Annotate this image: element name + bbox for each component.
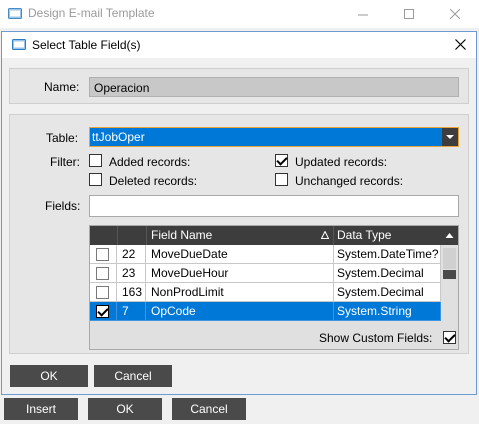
cancel-button[interactable]: Cancel xyxy=(94,365,172,387)
name-panel: Name: Operacion xyxy=(9,68,469,104)
grid-header-num xyxy=(117,226,147,245)
select-table-fields-dialog: Select Table Field(s) Name: Operacion Ta… xyxy=(1,31,477,395)
updated-records-checkbox[interactable] xyxy=(275,154,288,167)
dialog-title: Select Table Field(s) xyxy=(32,38,141,52)
table-dropdown-button[interactable] xyxy=(442,128,458,146)
fields-label: Fields: xyxy=(45,199,81,213)
dialog-close-button[interactable] xyxy=(448,34,472,56)
row-field-name: MoveDueHour xyxy=(146,264,334,283)
row-check-cell xyxy=(90,302,117,321)
deleted-records-label: Deleted records: xyxy=(109,174,198,188)
grid-header-check xyxy=(90,226,118,245)
fields-search-input[interactable] xyxy=(89,195,459,217)
outer-cancel-button[interactable]: Cancel xyxy=(172,398,246,420)
name-label: Name: xyxy=(44,80,80,94)
outer-title-bar: Design E-mail Template xyxy=(0,0,479,28)
deleted-records-checkbox[interactable] xyxy=(89,173,102,186)
row-checkbox[interactable] xyxy=(96,286,109,299)
field-name-header-label: Field Name xyxy=(151,228,213,242)
scroll-thumb[interactable] xyxy=(443,270,456,279)
ok-button[interactable]: OK xyxy=(10,365,88,387)
app-window-icon xyxy=(8,8,22,19)
insert-button[interactable]: Insert xyxy=(4,398,78,420)
row-data-type: System.DateTime? xyxy=(334,245,441,264)
row-field-name: NonProdLimit xyxy=(146,283,334,302)
row-checkbox[interactable] xyxy=(96,267,109,280)
dialog-window-icon xyxy=(12,39,26,50)
added-records-checkbox[interactable] xyxy=(89,154,102,167)
sort-asc-icon xyxy=(321,231,329,239)
show-custom-fields-checkbox[interactable] xyxy=(443,331,456,344)
dialog-title-bar: Select Table Field(s) xyxy=(2,32,476,58)
row-check-cell xyxy=(90,264,117,283)
row-data-type: System.Decimal xyxy=(334,264,441,283)
outer-window-title: Design E-mail Template xyxy=(28,6,155,20)
table-dropdown[interactable]: ttJobOper xyxy=(89,127,459,147)
close-icon xyxy=(449,8,461,20)
row-field-name: MoveDueDate xyxy=(146,245,334,264)
field-name-column-header[interactable]: Field Name xyxy=(146,226,334,245)
filter-label: Filter: xyxy=(50,155,80,169)
row-data-type: System.Decimal xyxy=(334,283,441,302)
data-type-column-header[interactable]: Data Type xyxy=(334,226,441,245)
table-row[interactable]: 23 MoveDueHour System.Decimal xyxy=(90,264,441,283)
row-num-cell: 23 xyxy=(117,264,146,283)
maximize-button[interactable] xyxy=(386,0,432,28)
table-row[interactable]: 22 MoveDueDate System.DateTime? xyxy=(90,245,441,264)
row-checkbox[interactable] xyxy=(96,248,109,261)
minimize-button[interactable] xyxy=(340,0,386,28)
row-check-cell xyxy=(90,245,117,264)
row-num-cell: 163 xyxy=(117,283,146,302)
scroll-up-button[interactable] xyxy=(441,226,458,245)
close-icon xyxy=(454,39,466,50)
row-num-cell: 7 xyxy=(117,302,146,321)
name-field[interactable]: Operacion xyxy=(89,77,459,97)
table-panel: Table: ttJobOper Filter: Added records: … xyxy=(9,114,469,354)
maximize-icon xyxy=(404,9,414,19)
scroll-track-upper xyxy=(443,248,456,269)
table-dropdown-value: ttJobOper xyxy=(92,130,145,144)
chevron-up-icon xyxy=(445,233,454,238)
table-label: Table: xyxy=(46,131,79,145)
table-row[interactable]: 163 NonProdLimit System.Decimal xyxy=(90,283,441,302)
row-data-type: System.String xyxy=(334,302,441,321)
unchanged-records-label: Unchanged records: xyxy=(295,174,404,188)
data-type-header-label: Data Type xyxy=(337,228,392,242)
updated-records-label: Updated records: xyxy=(295,155,388,169)
unchanged-records-checkbox[interactable] xyxy=(275,173,288,186)
outer-ok-button[interactable]: OK xyxy=(88,398,162,420)
minimize-icon xyxy=(358,14,368,16)
show-custom-fields-label: Show Custom Fields: xyxy=(319,331,433,345)
row-checkbox[interactable] xyxy=(96,305,109,318)
chevron-down-icon xyxy=(446,135,454,139)
name-field-value: Operacion xyxy=(94,81,150,95)
row-num-cell: 22 xyxy=(117,245,146,264)
table-row-selected[interactable]: 7 OpCode System.String xyxy=(90,302,441,321)
close-window-button[interactable] xyxy=(432,0,478,28)
row-check-cell xyxy=(90,283,117,302)
grid-header: Field Name Data Type xyxy=(90,226,441,245)
row-field-name: OpCode xyxy=(146,302,334,321)
added-records-label: Added records: xyxy=(109,155,191,169)
